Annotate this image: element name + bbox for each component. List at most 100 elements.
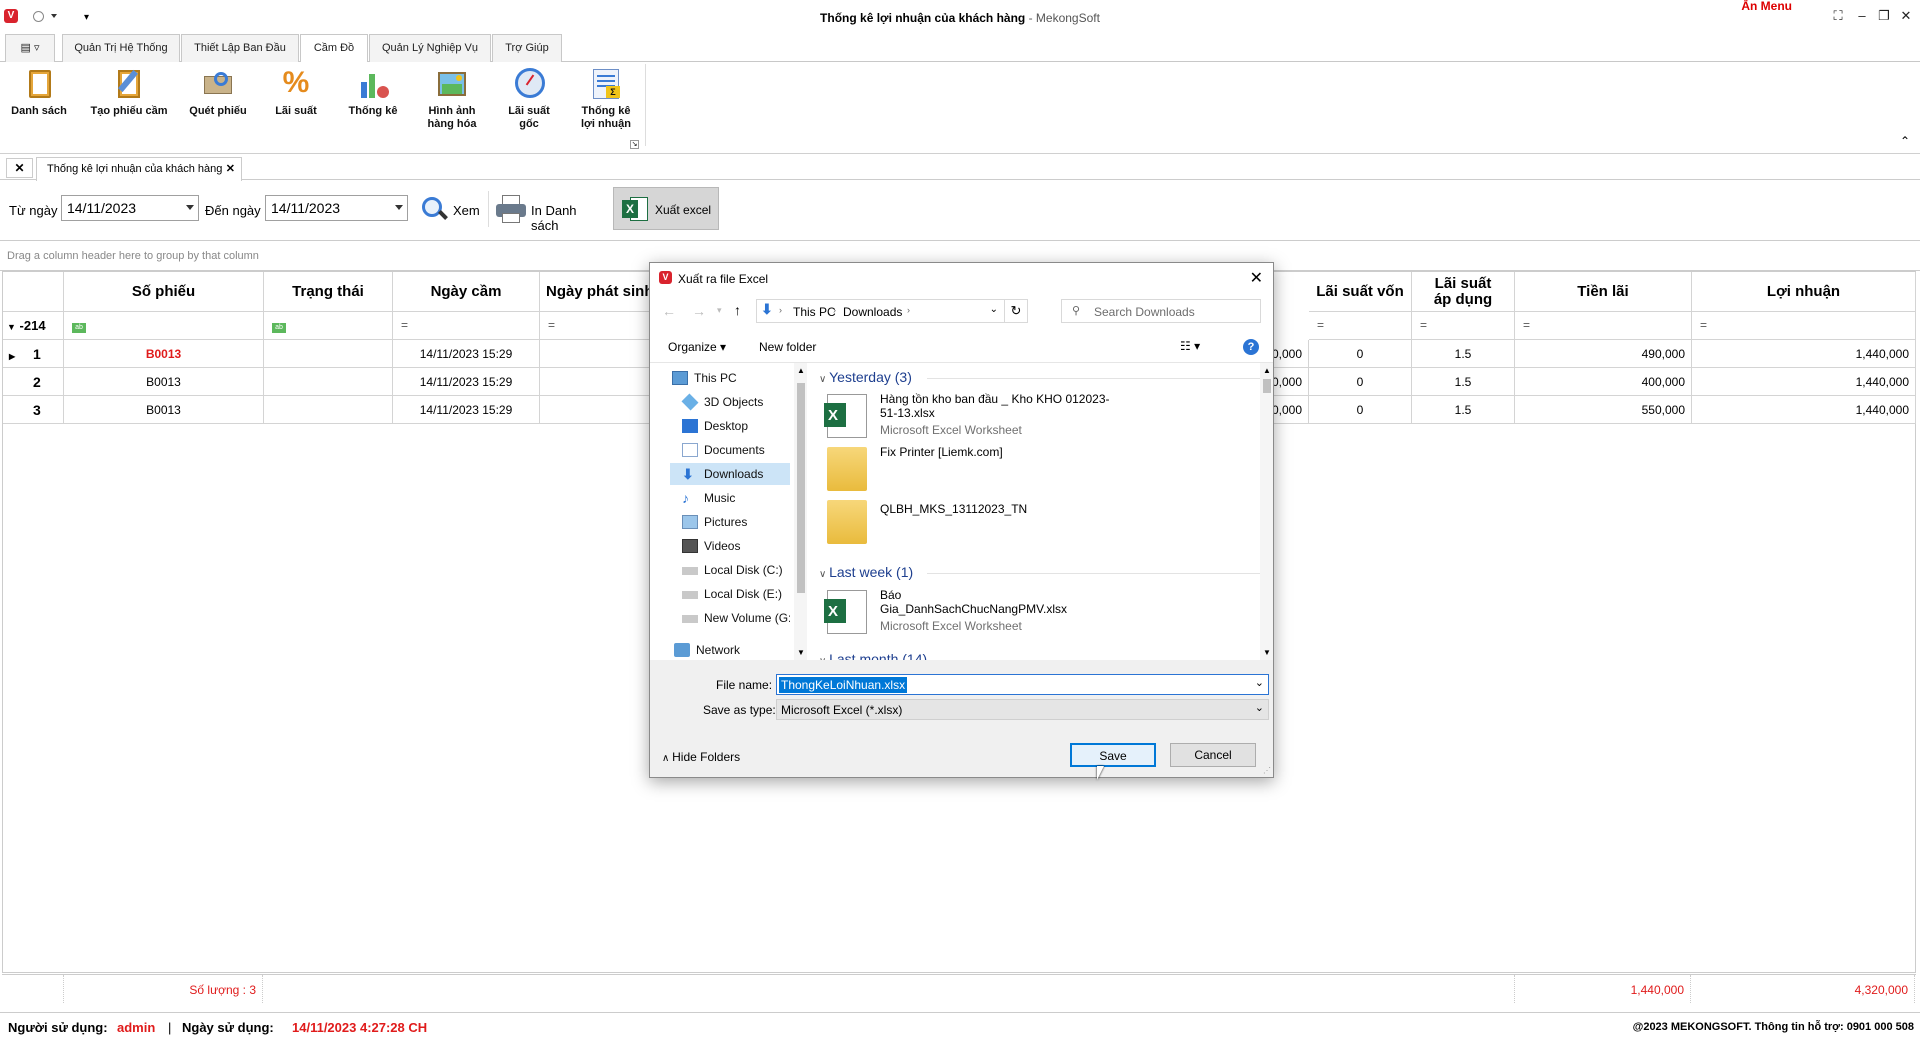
tree-videos[interactable]: Videos	[670, 535, 790, 557]
save-type-select[interactable]: Microsoft Excel (*.xlsx) ⌄	[776, 699, 1269, 720]
chevron-down-icon[interactable]: ⌄	[1255, 676, 1264, 689]
tree-desktop[interactable]: Desktop	[670, 415, 790, 437]
tree-network[interactable]: Network	[662, 639, 782, 661]
ribbon-thong-ke-button[interactable]: Thống kê	[342, 66, 404, 118]
view-options-icon[interactable]: ☷ ▾	[1180, 339, 1200, 353]
ribbon-hinh-anh-button[interactable]: Hình ảnh hàng hóa	[420, 66, 484, 131]
resize-grip[interactable]: ⋰	[1263, 766, 1271, 775]
chevron-down-icon[interactable]: ⌄	[1255, 701, 1264, 714]
help-icon[interactable]: ?	[1243, 339, 1259, 355]
filter-so-phieu[interactable]: ab	[64, 312, 264, 340]
from-date-input[interactable]: 14/11/2023	[61, 195, 199, 221]
tree-local-disk-c[interactable]: Local Disk (C:)	[670, 559, 790, 581]
tree-documents[interactable]: Documents	[670, 439, 790, 461]
ribbon-quet-phieu-button[interactable]: Quét phiếu	[184, 66, 252, 118]
col-header-ngay-phat-sinh[interactable]: Ngày phát sinh	[540, 272, 660, 312]
col-header-lai-suat-ap-dung[interactable]: Lãi suất áp dụng	[1412, 272, 1515, 312]
file-name-input[interactable]: ThongKeLoiNhuan.xlsx ⌄	[776, 674, 1269, 695]
fullscreen-icon[interactable]: ⛶	[1828, 8, 1848, 26]
tab-quan-tri[interactable]: Quản Trị Hệ Thống	[62, 34, 180, 62]
filter-row-indicator[interactable]: ▼ -214	[3, 312, 64, 340]
doc-tab-active[interactable]: Thống kê lợi nhuận của khách hàng ✕	[36, 157, 242, 181]
refresh-button[interactable]: ↻	[1004, 299, 1028, 323]
file-item[interactable]: Báo Gia_DanhSachChucNangPMV.xlsx Microso…	[824, 588, 1247, 634]
print-list-button[interactable]: In Danh sách	[493, 191, 605, 233]
address-chevron-down-icon[interactable]: ⌄	[990, 304, 998, 315]
tree-downloads[interactable]: ⬇ Downloads	[670, 463, 790, 485]
chevron-down-icon[interactable]	[395, 205, 403, 210]
tree-music[interactable]: ♪ Music	[670, 487, 790, 509]
search-downloads-input[interactable]: ⚲ Search Downloads	[1061, 299, 1261, 323]
col-header-lai-suat-von[interactable]: Lãi suất vốn	[1309, 272, 1412, 312]
ribbon-app-menu-button[interactable]: ▤ ▿	[5, 34, 55, 62]
up-arrow-icon[interactable]: ↑	[734, 302, 741, 318]
tab-cam-do[interactable]: Cầm Đồ	[300, 34, 368, 63]
tab-quan-ly[interactable]: Quản Lý Nghiệp Vụ	[369, 34, 491, 62]
chevron-up-icon: ∧	[662, 753, 673, 764]
group-yesterday[interactable]: ∨ Yesterday (3)	[819, 369, 912, 385]
restore-icon[interactable]: ❐	[1874, 8, 1894, 26]
filter-toolbar: Từ ngày 14/11/2023 Đến ngày 14/11/2023 X…	[0, 181, 1920, 237]
col-header-tien-lai[interactable]: Tiền lãi	[1515, 272, 1692, 312]
view-button[interactable]: Xem	[418, 191, 480, 225]
tree-this-pc[interactable]: This PC	[660, 367, 780, 389]
ribbon-tao-phieu-button[interactable]: Tạo phiếu cầm	[84, 66, 174, 118]
save-button[interactable]: Save	[1070, 743, 1156, 767]
breadcrumb-this-pc[interactable]: This PC	[793, 305, 836, 319]
ribbon-danh-sach-button[interactable]: Danh sách	[6, 66, 72, 118]
group-last-month[interactable]: ∨ Last month (14)	[819, 651, 927, 660]
col-header-so-phieu[interactable]: Số phiếu	[64, 272, 264, 312]
group-last-week[interactable]: ∨ Last week (1)	[819, 564, 913, 580]
address-bar[interactable]: ⬇ › This PC › Downloads › ⌄	[756, 299, 1005, 323]
cancel-button[interactable]: Cancel	[1170, 743, 1256, 767]
tab-thiet-lap[interactable]: Thiết Lập Ban Đầu	[181, 34, 299, 62]
filter-lai-suat-ap-dung[interactable]: =	[1412, 312, 1515, 340]
tree-pictures[interactable]: Pictures	[670, 511, 790, 533]
from-date-label: Từ ngày	[9, 203, 58, 218]
filter-loi-nhuan[interactable]: =	[1692, 312, 1916, 340]
tree-3d-objects[interactable]: 3D Objects	[670, 391, 790, 413]
cell-lai-suat-ap-dung: 1.5	[1412, 368, 1515, 396]
col-header-ngay-cam[interactable]: Ngày cầm	[393, 272, 540, 312]
date-value: 14/11/2023 4:27:28 CH	[292, 1020, 428, 1035]
col-header-trang-thai[interactable]: Trạng thái	[264, 272, 393, 312]
documents-icon	[682, 443, 698, 457]
folder-item[interactable]: Fix Printer [Liemk.com]	[827, 445, 1247, 491]
tree-scrollbar[interactable]: ▲ ▼	[794, 363, 807, 660]
filter-lai-suat-von[interactable]: =	[1309, 312, 1412, 340]
ribbon-thong-ke-loi-nhuan-button[interactable]: Σ Thống kê lợi nhuận	[574, 66, 638, 131]
ribbon-lai-suat-button[interactable]: % Lãi suất	[266, 66, 326, 118]
row-number: 3	[3, 396, 64, 424]
file-list-scrollbar[interactable]: ▲ ▼	[1260, 363, 1273, 660]
filter-ngay-phat-sinh[interactable]: =	[540, 312, 660, 340]
close-icon[interactable]: ✕	[1896, 8, 1916, 26]
hide-menu-link[interactable]: Ẩn Menu	[1741, 0, 1792, 13]
printer-icon	[496, 195, 526, 223]
filter-trang-thai[interactable]: ab	[264, 312, 393, 340]
ribbon-group-expander-icon[interactable]: ↘	[630, 140, 639, 149]
collapse-ribbon-icon[interactable]: ⌃	[1900, 134, 1910, 148]
close-all-tabs-icon[interactable]: ✕	[6, 158, 33, 178]
chevron-down-icon[interactable]	[186, 205, 194, 210]
doc-tab-close-icon[interactable]: ✕	[226, 162, 235, 175]
filter-tien-lai[interactable]: =	[1515, 312, 1692, 340]
tree-new-volume-g[interactable]: New Volume (G:)	[670, 607, 790, 629]
organize-button[interactable]: Organize ▾	[668, 340, 726, 354]
tree-local-disk-e[interactable]: Local Disk (E:)	[670, 583, 790, 605]
dialog-close-icon[interactable]: ✕	[1250, 268, 1263, 288]
tab-tro-giup[interactable]: Trợ Giúp	[492, 34, 562, 62]
breadcrumb-downloads[interactable]: Downloads	[843, 305, 902, 319]
new-folder-button[interactable]: New folder	[759, 340, 816, 354]
to-date-input[interactable]: 14/11/2023	[265, 195, 408, 221]
ribbon-lai-suat-goc-button[interactable]: Lãi suất gốc	[500, 66, 558, 131]
export-excel-button[interactable]: X Xuất excel	[613, 187, 719, 230]
recent-chevron-icon[interactable]: ▾	[717, 305, 722, 316]
minimize-icon[interactable]: –	[1852, 8, 1872, 26]
hide-folders-button[interactable]: ∧ Hide Folders	[662, 750, 740, 764]
forward-arrow-icon[interactable]: →	[692, 303, 706, 319]
col-header-loi-nhuan[interactable]: Lợi nhuận	[1692, 272, 1916, 312]
file-item[interactable]: Hàng tồn kho ban đầu _ Kho KHO 012023-51…	[824, 392, 1247, 438]
folder-item[interactable]: QLBH_MKS_13112023_TN	[827, 498, 1247, 544]
filter-ngay-cam[interactable]: =	[393, 312, 540, 340]
back-arrow-icon[interactable]: ←	[662, 303, 676, 319]
